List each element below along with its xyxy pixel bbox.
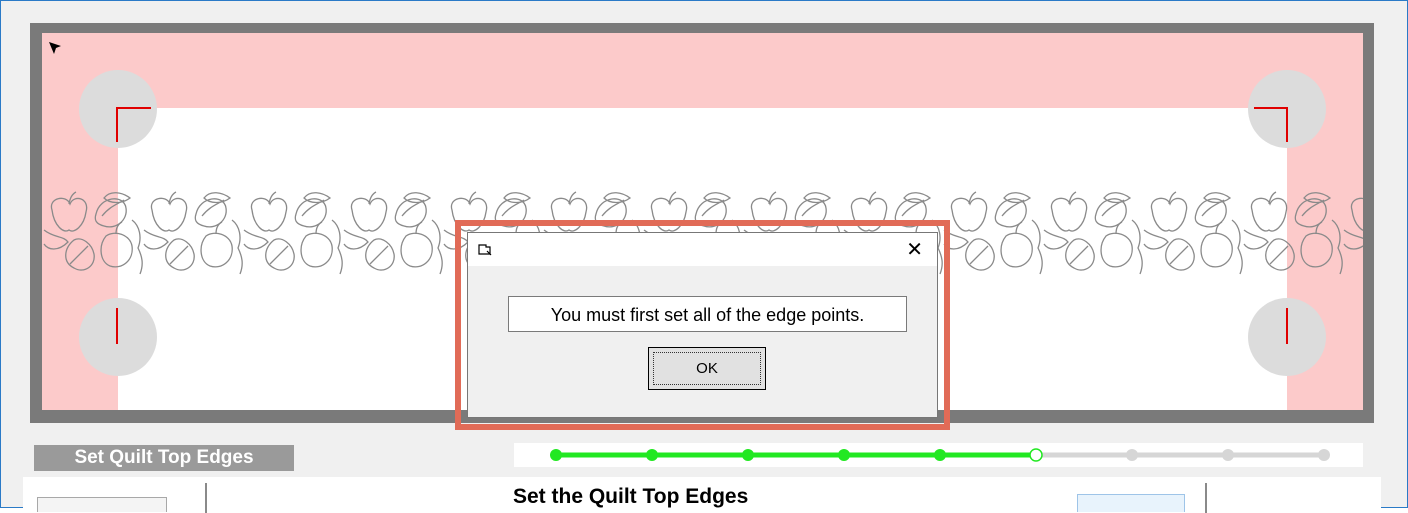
close-icon[interactable]: ✕	[906, 238, 923, 260]
panel-right-button[interactable]	[1077, 494, 1185, 512]
wizard-progress-steps	[550, 448, 1330, 462]
edge-marker-icon	[1286, 308, 1288, 344]
message-dialog: ✕ You must first set all of the edge poi…	[467, 232, 938, 418]
corner-marker-icon	[116, 107, 151, 142]
progress-step-done	[646, 449, 658, 461]
corner-marker-icon	[1254, 107, 1288, 142]
section-label: Set Quilt Top Edges	[34, 445, 294, 471]
edge-point-top-right[interactable]	[1248, 70, 1326, 148]
dialog-message: You must first set all of the edge point…	[508, 296, 907, 332]
edge-marker-icon	[116, 308, 118, 344]
edge-point-top-left[interactable]	[79, 70, 157, 148]
edge-point-bottom-right[interactable]	[1248, 298, 1326, 376]
progress-step-done	[742, 449, 754, 461]
edge-point-bottom-left[interactable]	[79, 298, 157, 376]
progress-step-pending	[1126, 449, 1138, 461]
progress-step-done	[934, 449, 946, 461]
dialog-titlebar[interactable]: ✕	[468, 233, 937, 266]
progress-step-done	[838, 449, 850, 461]
panel-left-button[interactable]	[37, 497, 167, 512]
dialog-highlight-box: ✕ You must first set all of the edge poi…	[455, 220, 950, 430]
progress-step-pending	[1318, 449, 1330, 461]
ok-button-label: OK	[653, 352, 761, 385]
ok-button[interactable]: OK	[648, 347, 766, 390]
cursor-icon	[49, 42, 61, 54]
progress-step-current	[1029, 448, 1043, 462]
progress-step-pending	[1222, 449, 1234, 461]
app-icon	[478, 244, 492, 256]
panel-divider	[1205, 483, 1207, 513]
progress-step-done	[550, 449, 562, 461]
wizard-progress	[514, 443, 1363, 467]
panel-divider	[205, 483, 207, 513]
panel-title: Set the Quilt Top Edges	[513, 485, 749, 508]
app-window: Set Quilt Top Edges Set the Quilt Top Ed…	[0, 0, 1408, 513]
step-panel: Set the Quilt Top Edges	[23, 477, 1381, 513]
